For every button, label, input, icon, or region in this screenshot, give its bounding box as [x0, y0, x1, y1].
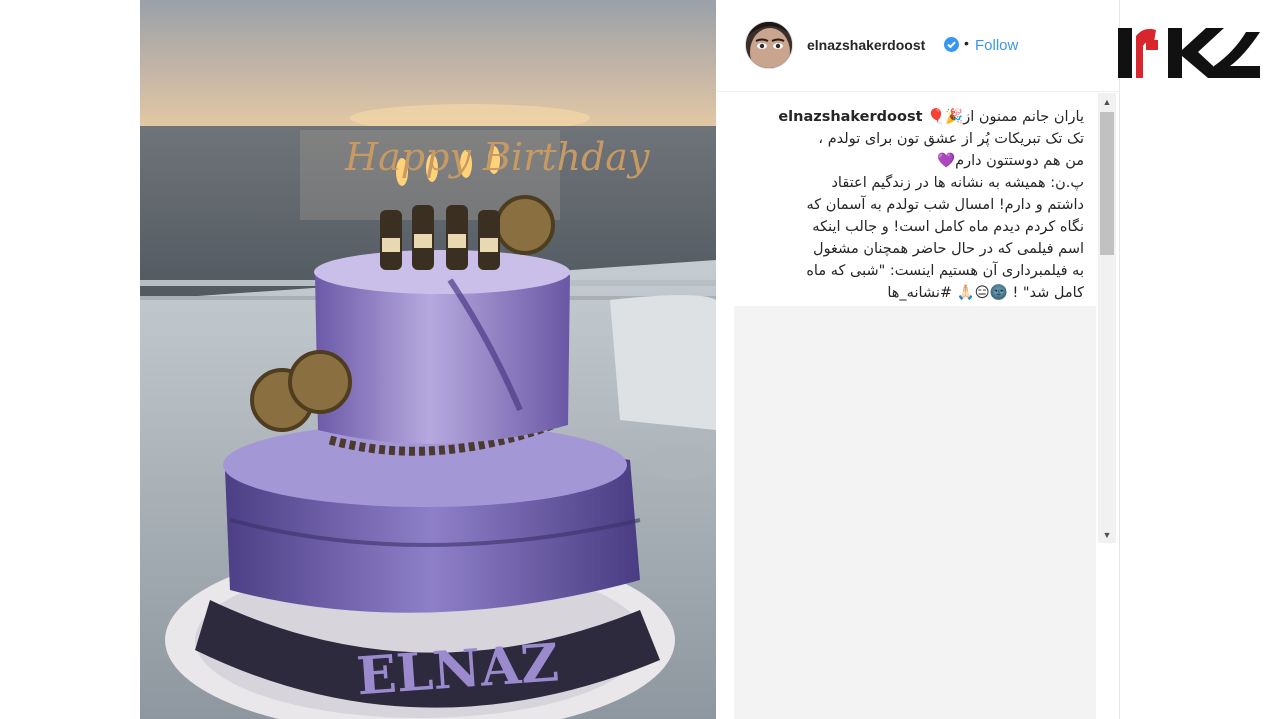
caption-box: یاران جانم ممنون از🎉🎈 elnazshakerdoost ت…	[734, 93, 1096, 306]
avatar[interactable]	[745, 21, 793, 69]
caption-username-link[interactable]: elnazshakerdoost	[778, 109, 922, 125]
scroll-down-arrow-icon[interactable]: ▼	[1098, 526, 1116, 543]
comments-area[interactable]: یاران جانم ممنون از🎉🎈 elnazshakerdoost ت…	[734, 93, 1096, 719]
caption-line-6: نگاه کردم دیدم ماه کامل است! و جالب اینک…	[812, 219, 1084, 235]
caption-line-3: من هم دوستتون دارم💜	[937, 153, 1084, 169]
comments-scrollbar[interactable]: ▲ ▼	[1098, 93, 1116, 543]
separator-dot: •	[964, 35, 969, 51]
caption-line-7: اسم فیلمی که در حال حاضر همچنان مشغول	[813, 241, 1084, 257]
caption-line-9: کامل شد" ! 🌚😑🙏🏻 #نشانه_ها	[887, 285, 1084, 301]
follow-button[interactable]: Follow	[975, 37, 1018, 54]
caption-line-2: تک تک تبریکات پُر از عشق تون برای تولدم …	[818, 131, 1084, 147]
username-link[interactable]: elnazshakerdoost	[807, 37, 925, 53]
caption-line-1: یاران جانم ممنون از🎉🎈 elnazshakerdoost	[744, 106, 1084, 128]
scrollbar-thumb[interactable]	[1100, 112, 1114, 255]
verified-badge-icon	[944, 37, 959, 52]
caption-line-5: داشتم و دارم! امسال شب تولدم به آسمان که	[806, 197, 1084, 213]
caption-line-8: به فیلمبرداری آن هستیم اینست: "شبی که ما…	[806, 263, 1084, 279]
avatar-portrait-icon	[746, 22, 792, 68]
post-photo[interactable]: Happy Birthday ELNAZ	[140, 0, 716, 719]
cake-photo-illustration: Happy Birthday ELNAZ	[140, 0, 716, 719]
caption-text: یاران جانم ممنون از🎉🎈 elnazshakerdoost ت…	[744, 106, 1084, 304]
caption-line-4: پ.ن: همیشه به نشانه ها در زندگیم اعتقاد	[831, 175, 1084, 191]
rokna-logo-icon	[1110, 22, 1265, 84]
scroll-up-arrow-icon[interactable]: ▲	[1098, 93, 1116, 110]
cake-topper-text: Happy Birthday	[344, 135, 650, 179]
post-details-panel: elnazshakerdoost • Follow یاران جانم ممن…	[716, 0, 1120, 719]
caption-line-1-text: یاران جانم ممنون از🎉🎈	[927, 109, 1084, 125]
page: Happy Birthday ELNAZ elnazshakerdoost • …	[0, 0, 1280, 719]
post-header: elnazshakerdoost • Follow	[716, 0, 1120, 92]
